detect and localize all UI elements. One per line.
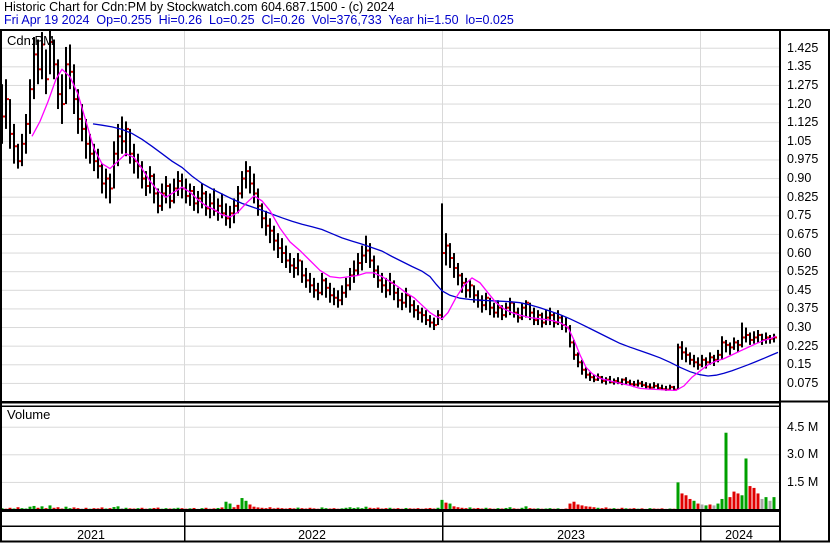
price-axis-tick-label: 0.525: [787, 264, 819, 279]
price-axis-tick-label: 1.05: [787, 133, 812, 148]
price-axis-tick-label: 0.975: [787, 152, 819, 167]
price-axis-tick-label: 0.60: [787, 245, 812, 260]
x-axis-year-label: 2023: [557, 527, 585, 542]
price-axis-tick-label: 1.35: [787, 59, 812, 74]
volume-panel-label: Volume: [7, 407, 51, 422]
price-axis-tick-label: 1.125: [787, 115, 819, 130]
price-axis-tick-label: 0.375: [787, 301, 819, 316]
x-axis-year-label: 2024: [725, 527, 753, 542]
price-axis-tick-label: 0.825: [787, 189, 819, 204]
volume-axis-tick-label: 3.0 M: [787, 447, 819, 462]
stock-chart-screen: Historic Chart for Cdn:PM by Stockwatch.…: [0, 0, 830, 543]
price-axis-tick-label: 1.20: [787, 96, 812, 111]
x-axis-year-label: 2022: [298, 527, 326, 542]
price-axis-tick-label: 0.225: [787, 338, 819, 353]
price-axis-tick-label: 0.45: [787, 282, 812, 297]
volume-axis-tick-label: 4.5 M: [787, 419, 819, 434]
price-volume-chart: [0, 29, 830, 543]
price-axis-tick-label: 1.425: [787, 40, 819, 55]
price-axis-tick-label: 0.675: [787, 226, 819, 241]
symbol-label: Cdn:PM: [7, 33, 54, 48]
price-axis-tick-label: 0.75: [787, 208, 812, 223]
x-axis-year-label: 2021: [77, 527, 105, 542]
volume-axis-tick-label: 1.5 M: [787, 474, 819, 489]
price-axis-tick-label: 0.075: [787, 375, 819, 390]
price-axis-tick-label: 1.275: [787, 77, 819, 92]
price-axis-tick-label: 0.30: [787, 320, 812, 335]
price-axis-tick-label: 0.90: [787, 171, 812, 186]
price-axis-tick-label: 0.15: [787, 357, 812, 372]
